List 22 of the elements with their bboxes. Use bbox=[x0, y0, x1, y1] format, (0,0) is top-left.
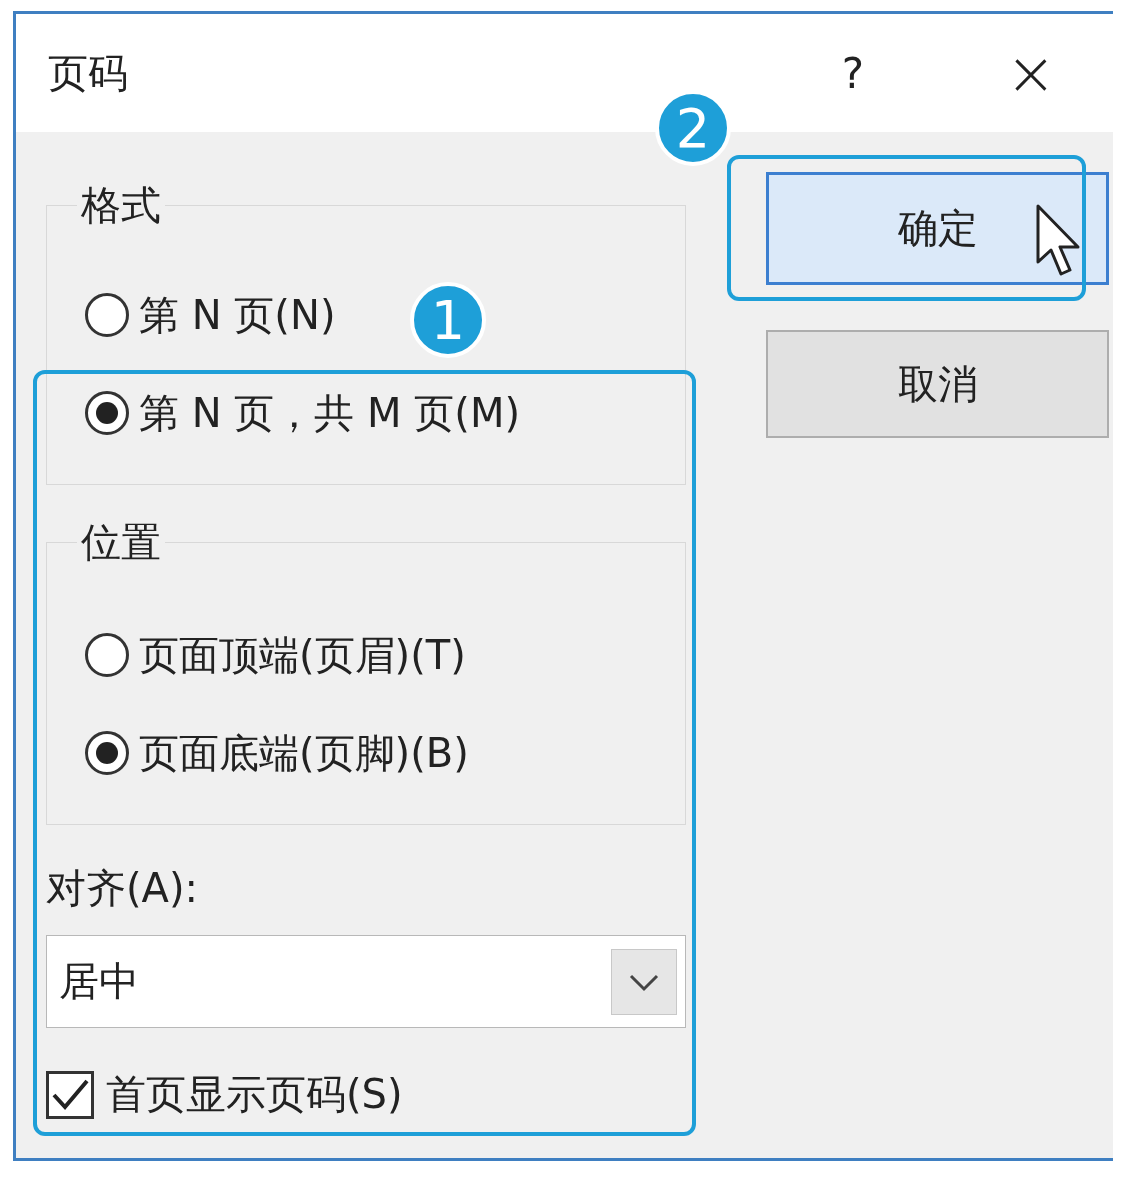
help-button[interactable]: ? bbox=[823, 48, 883, 98]
cancel-button[interactable]: 取消 bbox=[766, 330, 1109, 438]
radio-button[interactable] bbox=[85, 731, 129, 775]
radio-label[interactable]: 页面顶端(页眉)(T) bbox=[139, 627, 466, 683]
group-label: 格式 bbox=[80, 181, 162, 229]
radio-label[interactable]: 第 N 页，共 M 页(M) bbox=[139, 385, 520, 441]
checkbox[interactable] bbox=[46, 1070, 94, 1119]
align-dropdown[interactable]: 居中 bbox=[46, 935, 686, 1028]
radio-button[interactable] bbox=[85, 391, 129, 435]
radio-button[interactable] bbox=[85, 293, 129, 337]
step-number-badge: 1 bbox=[410, 282, 486, 358]
chevron-down-icon[interactable] bbox=[611, 948, 677, 1015]
mouse-cursor-icon bbox=[1036, 204, 1082, 276]
radio-button[interactable] bbox=[85, 633, 129, 677]
window-title: 页码 bbox=[48, 48, 129, 98]
ok-button[interactable]: 确定 bbox=[766, 172, 1109, 285]
align-label: 对齐(A): bbox=[46, 864, 200, 912]
radio-label[interactable]: 第 N 页(N) bbox=[139, 287, 336, 343]
close-button[interactable]: × bbox=[1001, 38, 1061, 108]
group-label: 位置 bbox=[80, 518, 162, 566]
checkbox-label[interactable]: 首页显示页码(S) bbox=[106, 1067, 403, 1122]
radio-label[interactable]: 页面底端(页脚)(B) bbox=[139, 725, 469, 781]
